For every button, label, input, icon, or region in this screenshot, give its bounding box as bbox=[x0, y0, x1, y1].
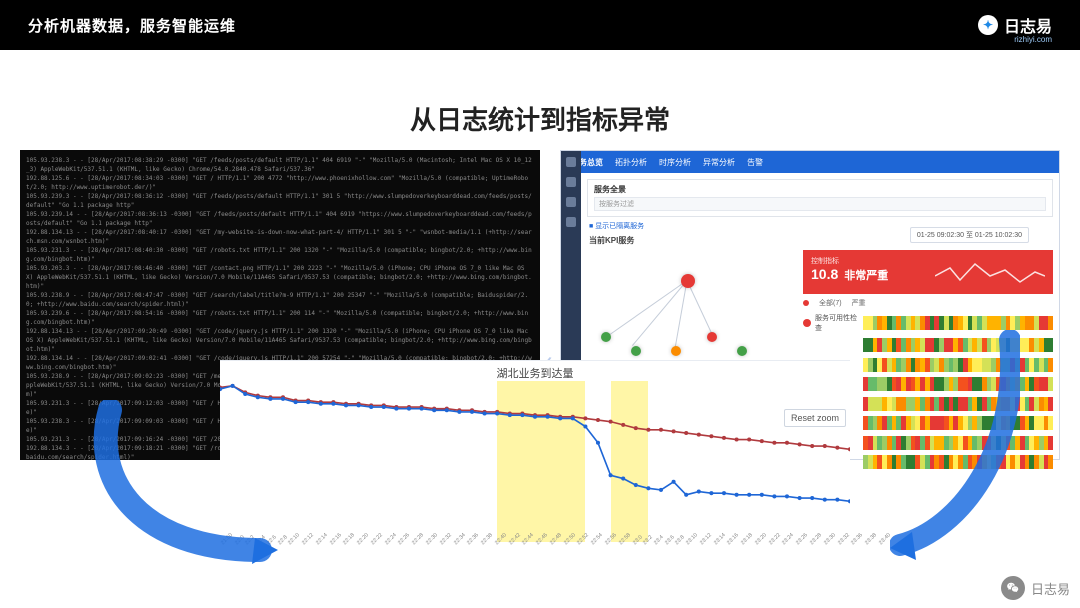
chart-x-axis: 21:5022:022:222:422:622:822:1022:1222:14… bbox=[220, 542, 850, 560]
graph-node[interactable] bbox=[631, 346, 641, 356]
search-section-title: 服务全景 bbox=[594, 184, 1046, 195]
status-dot-icon bbox=[803, 319, 811, 327]
title-bar: 分析机器数据，服务智能运维 ✦ 日志易 rizhiyi.com bbox=[0, 0, 1080, 50]
alert-severity-card: 控制指标 10.8 非常严重 bbox=[803, 250, 1053, 294]
graph-node[interactable] bbox=[671, 346, 681, 356]
wechat-footer: 日志易 bbox=[1001, 576, 1070, 600]
graph-node[interactable] bbox=[681, 274, 695, 288]
brand-logo-icon: ✦ bbox=[978, 15, 998, 35]
graph-node[interactable] bbox=[707, 332, 717, 342]
wechat-icon bbox=[1001, 576, 1025, 600]
dashboard-nav-item[interactable]: 拓扑分析 bbox=[615, 157, 647, 168]
brand-domain: rizhiyi.com bbox=[1014, 35, 1052, 44]
dashboard-nav-item[interactable]: 时序分析 bbox=[659, 157, 691, 168]
search-input[interactable]: 按服务过滤 bbox=[594, 197, 1046, 211]
dashboard-nav[interactable]: 服务总览拓扑分析时序分析异常分析告警 bbox=[561, 151, 1059, 173]
alert-level: 非常严重 bbox=[844, 267, 888, 283]
brand-name: 日志易 bbox=[1004, 13, 1052, 37]
alert-sparkline bbox=[935, 256, 1045, 288]
kpi-row[interactable]: 服务可用性检查 bbox=[803, 313, 1053, 333]
dashboard-nav-item[interactable]: 异常分析 bbox=[703, 157, 735, 168]
graph-node[interactable] bbox=[737, 346, 747, 356]
brand: ✦ 日志易 bbox=[978, 13, 1052, 37]
time-range-picker[interactable]: 01-25 09:02:30 至 01-25 10:02:30 bbox=[910, 227, 1029, 243]
alert-score: 10.8 bbox=[811, 266, 838, 282]
graph-node[interactable] bbox=[601, 332, 611, 342]
chart-canvas bbox=[220, 381, 850, 544]
main-chart: 湖北业务到达量 Reset zoom 21:5022:022:222:422:6… bbox=[220, 360, 850, 560]
tagline: 分析机器数据，服务智能运维 bbox=[28, 15, 236, 36]
search-section: 服务全景 按服务过滤 bbox=[587, 179, 1053, 217]
wechat-brand: 日志易 bbox=[1031, 579, 1070, 598]
chart-title: 湖北业务到达量 bbox=[220, 365, 850, 381]
kpi-row-label: 服务可用性检查 bbox=[815, 313, 859, 333]
severity-tabs[interactable]: 全部(7) 严重 bbox=[803, 298, 1053, 308]
slide-title: 从日志统计到指标异常 bbox=[0, 100, 1080, 137]
dashboard-nav-item[interactable]: 告警 bbox=[747, 157, 763, 168]
